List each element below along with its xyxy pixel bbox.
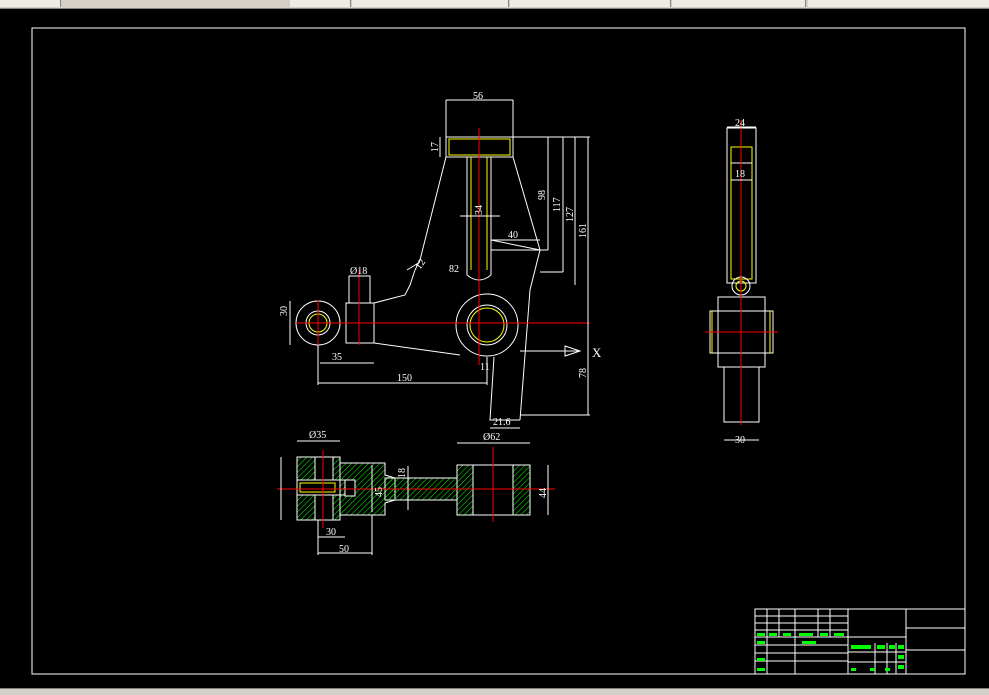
dim-h98: 98 bbox=[537, 190, 548, 200]
title-block[interactable] bbox=[754, 608, 966, 675]
dim-slot-width: 34 bbox=[474, 205, 485, 215]
dim-h161: 161 bbox=[578, 223, 589, 238]
dim-side-inner: 18 bbox=[735, 169, 745, 180]
dim-right-height: 44 bbox=[538, 488, 549, 498]
dim-web: 45 bbox=[374, 487, 385, 497]
dim-right-dia: Ø62 bbox=[483, 432, 500, 443]
dim-boss-dia: Ø18 bbox=[350, 266, 367, 277]
dim-neck: 18 bbox=[397, 468, 408, 478]
dim-slot-depth: 40 bbox=[508, 230, 518, 241]
dim-small-gap: 11 bbox=[480, 362, 490, 373]
axis-label-x: X bbox=[592, 345, 602, 360]
dim-width30: 30 bbox=[326, 527, 336, 538]
drawing-border bbox=[31, 27, 966, 675]
dim-boss-offset: 35 bbox=[332, 352, 342, 363]
dim-width50: 50 bbox=[339, 544, 349, 555]
dim-bottom-width: 21.6 bbox=[493, 417, 511, 428]
dim-boss-height: 30 bbox=[279, 306, 290, 316]
status-strip bbox=[0, 688, 989, 695]
cad-drawing-canvas[interactable]: 56 17 34 40 82 12 98 117 127 161 Ø18 30 … bbox=[0, 0, 989, 695]
dim-side-top: 24 bbox=[735, 118, 745, 129]
dim-angle: 82 bbox=[449, 264, 459, 275]
dim-lower-height: 78 bbox=[578, 368, 589, 378]
dim-left-dia: Ø35 bbox=[309, 430, 326, 441]
hub-inner bbox=[466, 304, 508, 346]
hub-outer bbox=[455, 293, 519, 357]
dim-top-width: 56 bbox=[473, 91, 483, 102]
section-view[interactable] bbox=[277, 440, 555, 555]
dim-side-bottom: 30 bbox=[735, 435, 745, 446]
dim-h117: 117 bbox=[552, 197, 563, 212]
dim-h127: 127 bbox=[565, 207, 576, 222]
side-view[interactable] bbox=[705, 120, 778, 441]
dim-arm-length: 150 bbox=[397, 373, 412, 384]
dim-top-height: 17 bbox=[430, 142, 441, 152]
